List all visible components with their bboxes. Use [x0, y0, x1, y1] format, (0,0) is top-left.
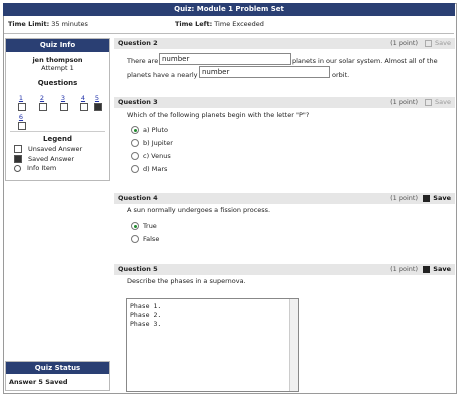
question-header: Question 3 (1 point) Save [114, 97, 455, 108]
fill-in-blank-input[interactable]: number [199, 66, 330, 78]
attempt-label: Attempt 1 [41, 64, 74, 72]
question-title: Question 3 [118, 98, 158, 106]
quiz-info-header: Quiz Info [6, 39, 109, 52]
radio-button[interactable] [131, 165, 139, 173]
unsaved-answer-icon [18, 103, 26, 111]
question-points: (1 point) [390, 265, 418, 273]
time-limit-label: Time Limit: [8, 20, 50, 28]
radio-button[interactable] [131, 222, 139, 230]
quiz-status-message: Answer 5 Saved [9, 378, 68, 386]
question-link-2[interactable]: 2 [38, 94, 46, 102]
question-title: Question 2 [118, 39, 158, 47]
save-icon [423, 194, 431, 202]
question-header: Question 4 (1 point) Save [114, 193, 455, 204]
legend-divider [10, 131, 105, 132]
legend-item-info: Info Item [14, 164, 56, 173]
radio-option[interactable]: d) Mars [131, 165, 167, 174]
answer-line: Phase 3. [130, 320, 162, 328]
questions-label: Questions [37, 79, 78, 87]
legend-item-saved: Saved Answer [14, 155, 74, 164]
question-link-1[interactable]: 1 [17, 94, 25, 102]
question-points: (1 point) [390, 98, 418, 106]
answer-line: Phase 2. [130, 311, 162, 319]
legend-title: Legend [43, 135, 72, 143]
unsaved-answer-icon [39, 103, 47, 111]
time-left-value: Time Exceeded [214, 20, 264, 28]
fill-in-blank-input[interactable]: number [159, 53, 291, 65]
save-icon [423, 265, 431, 273]
save-icon [425, 39, 433, 47]
save-button[interactable]: Save [423, 193, 451, 204]
question-points: (1 point) [390, 39, 418, 47]
unsaved-answer-icon [80, 103, 88, 111]
question-text: There are [127, 57, 159, 65]
question-link-3[interactable]: 3 [59, 94, 67, 102]
save-button[interactable]: Save [425, 97, 451, 108]
question-text: A sun normally undergoes a fission proce… [127, 206, 271, 214]
radio-button[interactable] [131, 126, 139, 134]
answer-textarea[interactable]: Phase 1. Phase 2. Phase 3. [126, 298, 299, 392]
saved-answer-icon [94, 103, 102, 111]
save-icon [425, 98, 433, 106]
quiz-status-panel: Quiz Status Answer 5 Saved [5, 361, 110, 391]
save-button[interactable]: Save [425, 38, 451, 49]
question-text: planets in our solar system. Almost all … [292, 57, 438, 65]
radio-option[interactable]: c) Venus [131, 152, 171, 161]
unsaved-answer-icon [18, 122, 26, 130]
question-text: orbit. [332, 71, 350, 79]
legend-item-unsaved: Unsaved Answer [14, 145, 82, 154]
radio-option[interactable]: True [131, 222, 157, 231]
radio-button[interactable] [131, 139, 139, 147]
question-link-6[interactable]: 6 [17, 113, 25, 121]
radio-button[interactable] [131, 235, 139, 243]
radio-option[interactable]: False [131, 235, 159, 244]
question-points: (1 point) [390, 194, 418, 202]
question-text: Which of the following planets begin wit… [127, 111, 310, 119]
save-button[interactable]: Save [423, 264, 451, 275]
time-left-label: Time Left: [175, 20, 213, 28]
radio-option[interactable]: a) Pluto [131, 126, 168, 135]
saved-answer-icon [14, 155, 22, 163]
unsaved-answer-icon [60, 103, 68, 111]
question-header: Question 5 (1 point) Save [114, 264, 455, 275]
radio-option[interactable]: b) Jupiter [131, 139, 173, 148]
time-limit-value: 35 minutes [51, 20, 88, 28]
divider [4, 33, 454, 34]
question-title: Question 5 [118, 265, 158, 273]
scrollbar[interactable] [289, 299, 298, 391]
time-limits-bar: Time Limit: 35 minutes Time Left: Time E… [8, 18, 454, 30]
question-header: Question 2 (1 point) Save [114, 38, 455, 49]
answer-line: Phase 1. [130, 302, 162, 310]
unsaved-answer-icon [14, 145, 22, 153]
question-link-4[interactable]: 4 [79, 94, 87, 102]
radio-button[interactable] [131, 152, 139, 160]
quiz-status-header: Quiz Status [6, 362, 109, 374]
question-link-5[interactable]: 5 [93, 94, 101, 102]
user-name: jen thompson [32, 56, 83, 64]
info-item-icon [14, 164, 21, 172]
question-text: planets have a nearly [127, 71, 198, 79]
question-text: Describe the phases in a supernova. [127, 277, 246, 285]
quiz-info-panel: Quiz Info jen thompson Attempt 1 Questio… [5, 38, 110, 181]
question-title: Question 4 [118, 194, 158, 202]
page-title: Quiz: Module 1 Problem Set [3, 3, 455, 16]
